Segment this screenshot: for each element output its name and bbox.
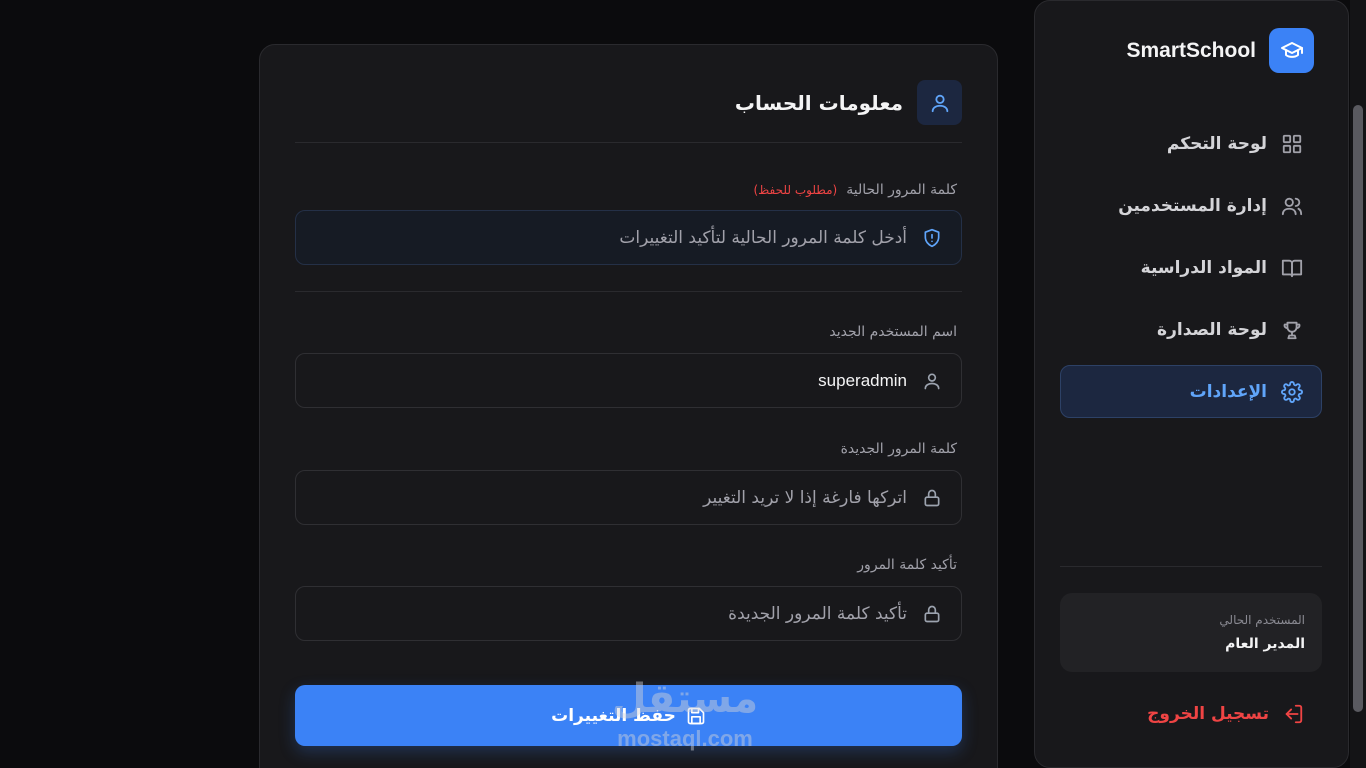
current-password-placeholder: أدخل كلمة المرور الحالية لتأكيد التغييرا…: [619, 227, 907, 248]
graduation-cap-icon: [1269, 28, 1314, 73]
sidebar-item-subjects[interactable]: المواد الدراسية: [1060, 241, 1322, 294]
sidebar-item-settings[interactable]: الإعدادات: [1060, 365, 1322, 418]
sidebar: SmartSchool لوحة التحكم إدارة المستخدمين…: [1034, 0, 1349, 768]
current-user-card: المستخدم الحالي المدير العام: [1060, 593, 1322, 672]
confirm-password-label-text: تأكيد كلمة المرور: [857, 557, 957, 573]
new-username-label-text: اسم المستخدم الجديد: [829, 324, 957, 340]
new-username-label: اسم المستخدم الجديد: [829, 324, 957, 340]
current-user-label: المستخدم الحالي: [1219, 613, 1305, 627]
current-user-name: المدير العام: [1225, 636, 1305, 652]
sidebar-item-label: لوحة التحكم: [1166, 133, 1267, 154]
sidebar-item-dashboard[interactable]: لوحة التحكم: [1060, 117, 1322, 170]
gear-icon: [1281, 380, 1303, 403]
sidebar-item-label: المواد الدراسية: [1140, 257, 1267, 278]
account-settings-card: معلومات الحساب كلمة المرور الحالية (مطلو…: [259, 44, 998, 768]
sidebar-item-label: إدارة المستخدمين: [1118, 195, 1267, 216]
current-password-label: كلمة المرور الحالية (مطلوب للحفظ): [753, 182, 957, 198]
save-icon: [687, 707, 705, 724]
confirm-password-label: تأكيد كلمة المرور: [857, 557, 957, 573]
save-button-label: حفظ التغييرات: [551, 705, 676, 726]
required-note: (مطلوب للحفظ): [753, 183, 838, 197]
save-button[interactable]: حفظ التغييرات: [295, 685, 962, 746]
section-divider: [295, 291, 962, 292]
trophy-icon: [1283, 321, 1301, 339]
confirm-password-field[interactable]: تأكيد كلمة المرور الجديدة: [295, 586, 962, 641]
sidebar-nav: لوحة التحكم إدارة المستخدمين المواد الدر…: [1060, 117, 1322, 427]
sidebar-item-label: لوحة الصدارة: [1157, 319, 1267, 340]
card-header: معلومات الحساب: [735, 80, 962, 125]
new-password-label-text: كلمة المرور الجديدة: [840, 441, 957, 457]
logout-label: تسجيل الخروج: [1147, 704, 1269, 724]
lock-icon: [924, 489, 940, 506]
book-icon: [1281, 259, 1303, 277]
new-username-value: superadmin: [818, 370, 907, 390]
logout-icon: [1285, 704, 1303, 724]
sidebar-divider: [1060, 566, 1322, 567]
sidebar-item-users[interactable]: إدارة المستخدمين: [1060, 179, 1322, 232]
sidebar-item-leaderboard[interactable]: لوحة الصدارة: [1060, 303, 1322, 356]
user-icon: [924, 373, 940, 389]
new-password-field[interactable]: اتركها فارغة إذا لا تريد التغيير: [295, 470, 962, 525]
scrollbar-thumb[interactable]: [1353, 105, 1363, 712]
card-title: معلومات الحساب: [734, 90, 903, 115]
grid-icon: [1282, 134, 1302, 153]
confirm-password-placeholder: تأكيد كلمة المرور الجديدة: [728, 603, 907, 624]
shield-alert-icon: [924, 228, 940, 247]
current-password-field[interactable]: أدخل كلمة المرور الحالية لتأكيد التغييرا…: [295, 210, 962, 265]
new-username-field[interactable]: superadmin: [295, 353, 962, 408]
sidebar-item-label: الإعدادات: [1189, 381, 1267, 402]
new-password-label: كلمة المرور الجديدة: [841, 441, 957, 457]
users-icon: [1281, 197, 1303, 215]
user-icon: [917, 80, 962, 125]
brand-name: SmartSchool: [1126, 38, 1256, 62]
current-password-label-text: كلمة المرور الحالية: [846, 182, 957, 198]
logout-button[interactable]: تسجيل الخروج: [1147, 703, 1304, 725]
new-password-placeholder: اتركها فارغة إذا لا تريد التغيير: [703, 487, 907, 508]
header-divider: [295, 142, 962, 143]
brand[interactable]: SmartSchool: [1126, 28, 1314, 73]
lock-icon: [924, 605, 940, 622]
